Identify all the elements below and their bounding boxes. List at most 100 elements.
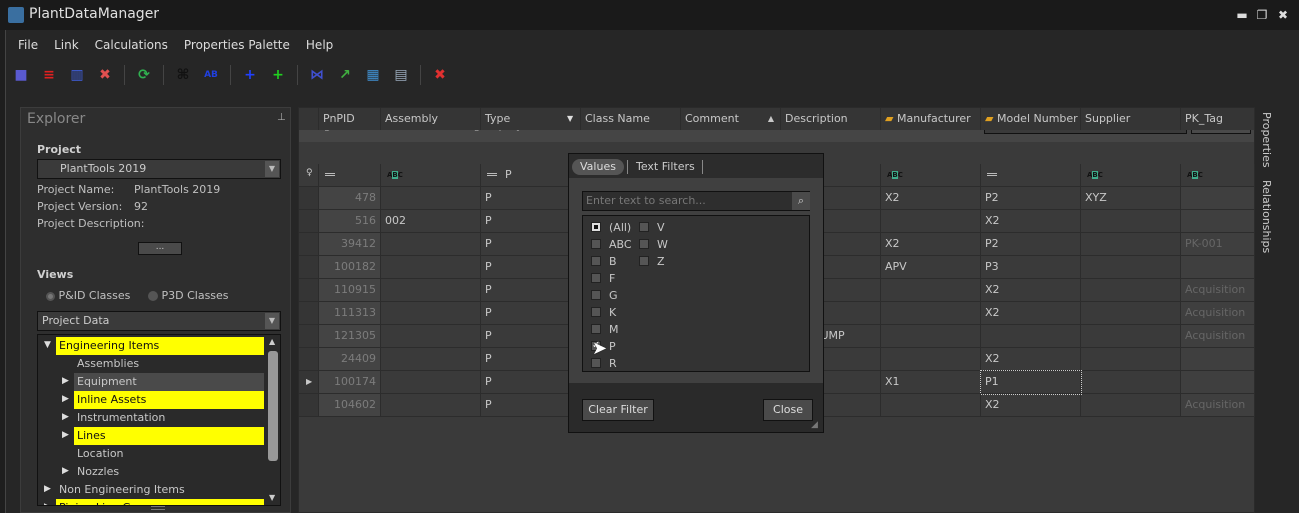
table-cell[interactable] bbox=[1081, 394, 1181, 417]
table-cell[interactable] bbox=[381, 279, 481, 302]
filter-cell[interactable]: ABC bbox=[381, 164, 481, 187]
table-cell[interactable]: P bbox=[481, 210, 581, 233]
project-combo[interactable]: PlantTools 2019 ▼ bbox=[37, 159, 281, 179]
table-layout-icon[interactable]: ▤ bbox=[392, 66, 410, 84]
table-cell[interactable] bbox=[381, 348, 481, 371]
tab-values[interactable]: Values bbox=[572, 159, 624, 175]
column-header-pnpid[interactable]: PnPID bbox=[319, 108, 381, 130]
more-button[interactable]: ... bbox=[138, 242, 182, 255]
find-replace-icon[interactable]: AB bbox=[202, 66, 220, 84]
table-cell[interactable]: P bbox=[481, 394, 581, 417]
row-indicator[interactable] bbox=[299, 394, 319, 417]
tab-properties[interactable]: Properties bbox=[1260, 112, 1273, 168]
minimize-button[interactable]: ▬ bbox=[1235, 8, 1249, 22]
link-icon[interactable]: ⋈ bbox=[308, 66, 326, 84]
column-header-type[interactable]: Type bbox=[481, 108, 581, 130]
column-header-supplier[interactable]: Supplier bbox=[1081, 108, 1181, 130]
table-cell[interactable]: P1 bbox=[980, 370, 1082, 395]
table-cell[interactable]: P bbox=[481, 371, 581, 394]
table-cell[interactable]: 100174 bbox=[319, 371, 381, 394]
table-cell[interactable]: X2 bbox=[881, 187, 981, 210]
table-cell[interactable]: P bbox=[481, 187, 581, 210]
table-cell[interactable] bbox=[381, 394, 481, 417]
table-cell[interactable]: Acquisition bbox=[1181, 302, 1255, 325]
filter-value-item[interactable]: F bbox=[591, 270, 615, 287]
resize-grip-icon[interactable]: ◢ bbox=[811, 420, 818, 430]
table-cell[interactable] bbox=[381, 187, 481, 210]
row-indicator[interactable] bbox=[299, 233, 319, 256]
checkbox-icon[interactable] bbox=[639, 239, 649, 249]
table-cell[interactable] bbox=[1081, 348, 1181, 371]
tree-scrollbar[interactable]: ▲ ▼ bbox=[266, 335, 280, 505]
row-indicator[interactable] bbox=[299, 256, 319, 279]
table-cell[interactable] bbox=[1081, 325, 1181, 348]
checkbox-icon[interactable] bbox=[639, 256, 649, 266]
table-cell[interactable]: 002 bbox=[381, 210, 481, 233]
table-cell[interactable] bbox=[381, 302, 481, 325]
row-indicator[interactable] bbox=[299, 302, 319, 325]
expand-arrow-down-icon[interactable]: ▼ bbox=[44, 340, 51, 350]
table-cell[interactable] bbox=[881, 302, 981, 325]
table-cell[interactable]: P2 bbox=[981, 233, 1081, 256]
tree-item[interactable]: Equipment bbox=[74, 373, 264, 391]
columns-icon[interactable]: ▥ bbox=[68, 66, 86, 84]
table-cell[interactable] bbox=[381, 325, 481, 348]
pin-icon[interactable]: ⊥ bbox=[277, 112, 286, 123]
filter-value-item[interactable]: ABC bbox=[591, 236, 632, 253]
table-cell[interactable] bbox=[1081, 302, 1181, 325]
menu-properties-palette[interactable]: Properties Palette bbox=[176, 36, 298, 54]
filter-value-item[interactable]: K bbox=[591, 304, 616, 321]
delete-icon[interactable]: ✖ bbox=[96, 66, 114, 84]
filter-value-item[interactable]: B bbox=[591, 253, 617, 270]
filter-cell[interactable] bbox=[981, 164, 1081, 187]
table-cell[interactable] bbox=[1181, 210, 1255, 233]
rows-icon[interactable]: ≡ bbox=[40, 66, 58, 84]
resize-grip-icon[interactable] bbox=[151, 506, 165, 510]
column-header-class-name[interactable]: Class Name bbox=[581, 108, 681, 130]
restore-button[interactable]: ❐ bbox=[1255, 8, 1269, 22]
menu-file[interactable]: File bbox=[10, 36, 46, 54]
table-cell[interactable]: APV bbox=[881, 256, 981, 279]
filter-value-item[interactable]: G bbox=[591, 287, 618, 304]
radio-p3d-classes[interactable]: P3D Classes bbox=[148, 289, 229, 302]
table-cell[interactable]: X2 bbox=[981, 394, 1081, 417]
checkbox-icon[interactable] bbox=[639, 222, 649, 232]
filter-value-item[interactable]: (All) bbox=[591, 219, 631, 236]
table-cell[interactable] bbox=[1181, 348, 1255, 371]
table-cell[interactable]: 111313 bbox=[319, 302, 381, 325]
table-cell[interactable] bbox=[881, 279, 981, 302]
table-cell[interactable]: P bbox=[481, 233, 581, 256]
refresh-icon[interactable]: ⟳ bbox=[135, 66, 153, 84]
filter-cell[interactable]: ABC bbox=[1181, 164, 1255, 187]
tree-item[interactable]: Nozzles bbox=[74, 463, 264, 481]
find-icon[interactable]: ⌘ bbox=[174, 66, 192, 84]
table-cell[interactable]: P bbox=[481, 325, 581, 348]
tab-relationships[interactable]: Relationships bbox=[1260, 180, 1273, 253]
checkbox-icon[interactable] bbox=[591, 324, 601, 334]
menu-help[interactable]: Help bbox=[298, 36, 341, 54]
table-cell[interactable] bbox=[881, 210, 981, 233]
tree-item[interactable]: Inline Assets bbox=[74, 391, 264, 409]
table-cell[interactable]: XYZ bbox=[1081, 187, 1181, 210]
search-icon[interactable]: ⌕ bbox=[792, 192, 810, 210]
table-cell[interactable] bbox=[981, 325, 1081, 348]
table-cell[interactable] bbox=[881, 348, 981, 371]
table-cell[interactable]: 24409 bbox=[319, 348, 381, 371]
export-icon[interactable]: ↗ bbox=[336, 66, 354, 84]
filter-icon[interactable]: ▼ bbox=[567, 108, 579, 130]
checkbox-icon[interactable] bbox=[591, 307, 601, 317]
import-icon[interactable]: ▦ bbox=[364, 66, 382, 84]
add-valve-icon[interactable]: + bbox=[269, 66, 287, 84]
table-cell[interactable]: Acquisition bbox=[1181, 394, 1255, 417]
column-header-model-number[interactable]: ▰ Model Number bbox=[981, 108, 1081, 130]
expand-arrow-right-icon[interactable]: ▶ bbox=[62, 466, 69, 476]
filter-value-item[interactable]: M bbox=[591, 321, 619, 338]
table-cell[interactable] bbox=[381, 256, 481, 279]
close-document-icon[interactable]: ✖ bbox=[431, 66, 449, 84]
table-cell[interactable] bbox=[1081, 371, 1181, 394]
table-cell[interactable] bbox=[881, 325, 981, 348]
checkbox-icon[interactable] bbox=[591, 256, 601, 266]
table-cell[interactable]: Acquisition bbox=[1181, 279, 1255, 302]
table-cell[interactable]: 516 bbox=[319, 210, 381, 233]
table-cell[interactable]: 104602 bbox=[319, 394, 381, 417]
